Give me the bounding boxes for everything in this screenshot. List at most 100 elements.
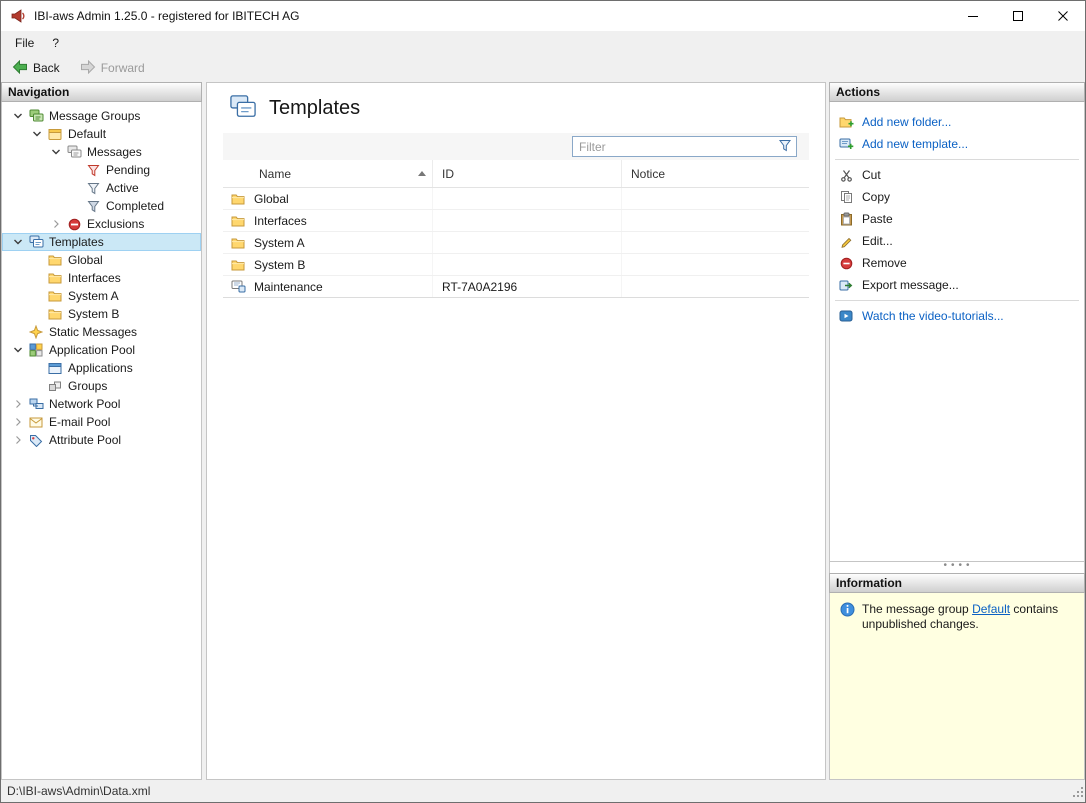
forward-button[interactable]: Forward	[76, 58, 149, 79]
chevron-down-icon[interactable]	[10, 108, 26, 124]
action-label: Cut	[862, 168, 881, 182]
chevron-down-icon[interactable]	[10, 342, 26, 358]
tree-item-groups[interactable]: Groups	[2, 377, 201, 395]
chevron-down-icon[interactable]	[29, 126, 45, 142]
edit-button[interactable]: Edit...	[830, 230, 1084, 252]
chevron-placeholder	[29, 288, 45, 304]
resize-grip[interactable]	[1071, 785, 1084, 801]
filter-funnel-icon[interactable]	[778, 139, 792, 155]
action-label: Paste	[862, 212, 893, 226]
cut-button[interactable]: Cut	[830, 164, 1084, 186]
add-new-folder-button[interactable]: Add new folder...	[830, 111, 1084, 133]
cell-name: Global	[254, 192, 289, 206]
message-group-default-icon	[45, 126, 65, 142]
chevron-placeholder	[67, 198, 83, 214]
folder-icon	[230, 215, 246, 227]
folder-icon	[230, 193, 246, 205]
menu-file[interactable]: File	[6, 31, 43, 54]
cell-id	[433, 210, 622, 231]
forward-arrow-icon	[80, 60, 96, 77]
table-row[interactable]: Global	[223, 188, 809, 210]
chevron-right-icon[interactable]	[10, 396, 26, 412]
column-header-label: Notice	[631, 167, 665, 181]
table-header: Name ID Notice	[223, 160, 809, 188]
tree-item-pending[interactable]: Pending	[2, 161, 201, 179]
tree-item-label: Attribute Pool	[46, 432, 124, 448]
actions-panel: Actions Add new folder... Add new templa…	[829, 82, 1085, 780]
table-row[interactable]: Maintenance RT-7A0A2196	[223, 276, 809, 298]
tree-item-default[interactable]: Default	[2, 125, 201, 143]
copy-button[interactable]: Copy	[830, 186, 1084, 208]
cell-notice	[622, 254, 809, 275]
window-title: IBI-aws Admin 1.25.0 - registered for IB…	[34, 9, 950, 23]
title-bar: IBI-aws Admin 1.25.0 - registered for IB…	[1, 1, 1085, 31]
tree-item-static-messages[interactable]: Static Messages	[2, 323, 201, 341]
chevron-right-icon[interactable]	[10, 432, 26, 448]
message-groups-icon	[26, 108, 46, 124]
cell-notice	[622, 188, 809, 209]
tree-item-system-b[interactable]: System B	[2, 305, 201, 323]
attribute-pool-icon	[26, 432, 46, 448]
maximize-button[interactable]	[995, 1, 1040, 31]
table-row[interactable]: Interfaces	[223, 210, 809, 232]
edit-pencil-icon	[838, 235, 854, 248]
content-panel: Templates Name ID	[206, 82, 826, 780]
column-header-id[interactable]: ID	[433, 160, 622, 187]
export-message-button[interactable]: Export message...	[830, 274, 1084, 296]
minimize-button[interactable]	[950, 1, 995, 31]
main-area: Navigation Message Groups Default Messag…	[1, 82, 1085, 780]
tree-item-exclusions[interactable]: Exclusions	[2, 215, 201, 233]
column-header-name[interactable]: Name	[223, 160, 433, 187]
tree-item-application-pool[interactable]: Application Pool	[2, 341, 201, 359]
back-button[interactable]: Back	[8, 58, 64, 79]
chevron-down-icon[interactable]	[10, 234, 26, 250]
remove-button[interactable]: Remove	[830, 252, 1084, 274]
tree-item-applications[interactable]: Applications	[2, 359, 201, 377]
tree-item-label: Groups	[65, 378, 110, 394]
navigation-panel: Navigation Message Groups Default Messag…	[1, 82, 202, 780]
tree-item-label: Templates	[46, 234, 107, 250]
content-header: Templates	[207, 83, 825, 133]
chevron-down-icon[interactable]	[48, 144, 64, 160]
export-icon	[838, 279, 854, 292]
groups-icon	[45, 378, 65, 394]
table-row[interactable]: System A	[223, 232, 809, 254]
applications-icon	[45, 360, 65, 376]
tree-item-message-groups[interactable]: Message Groups	[2, 107, 201, 125]
action-label: Add new template...	[862, 137, 968, 151]
tree-item-system-a[interactable]: System A	[2, 287, 201, 305]
tree-item-global[interactable]: Global	[2, 251, 201, 269]
info-text-before: The message group	[862, 602, 972, 616]
close-button[interactable]	[1040, 1, 1085, 31]
menu-help[interactable]: ?	[43, 31, 68, 54]
table-row[interactable]: System B	[223, 254, 809, 276]
actions-separator	[835, 300, 1079, 301]
tree-item-label: Interfaces	[65, 270, 124, 286]
tree-item-label: Global	[65, 252, 106, 268]
video-icon	[838, 310, 854, 322]
column-header-notice[interactable]: Notice	[622, 160, 809, 187]
tree-item-completed[interactable]: Completed	[2, 197, 201, 215]
chevron-right-icon[interactable]	[10, 414, 26, 430]
messages-icon	[64, 144, 84, 160]
add-new-template-button[interactable]: Add new template...	[830, 133, 1084, 155]
tree-item-templates[interactable]: Templates	[2, 233, 201, 251]
chevron-right-icon[interactable]	[48, 216, 64, 232]
filter-input[interactable]	[579, 140, 778, 154]
tree-item-label: System A	[65, 288, 122, 304]
tree-item-interfaces[interactable]: Interfaces	[2, 269, 201, 287]
paste-button[interactable]: Paste	[830, 208, 1084, 230]
table-empty-area	[223, 298, 809, 779]
tree-item-active[interactable]: Active	[2, 179, 201, 197]
default-group-link[interactable]: Default	[972, 602, 1010, 616]
cell-id	[433, 254, 622, 275]
tree-item-attribute-pool[interactable]: Attribute Pool	[2, 431, 201, 449]
tree-item-email-pool[interactable]: E-mail Pool	[2, 413, 201, 431]
chevron-placeholder	[29, 378, 45, 394]
watch-video-tutorials-button[interactable]: Watch the video-tutorials...	[830, 305, 1084, 327]
tree-item-network-pool[interactable]: Network Pool	[2, 395, 201, 413]
tree-item-messages[interactable]: Messages	[2, 143, 201, 161]
information-panel: The message group Default contains unpub…	[829, 593, 1085, 780]
tree-item-label: Applications	[65, 360, 136, 376]
panel-splitter-handle[interactable]	[829, 562, 1085, 573]
